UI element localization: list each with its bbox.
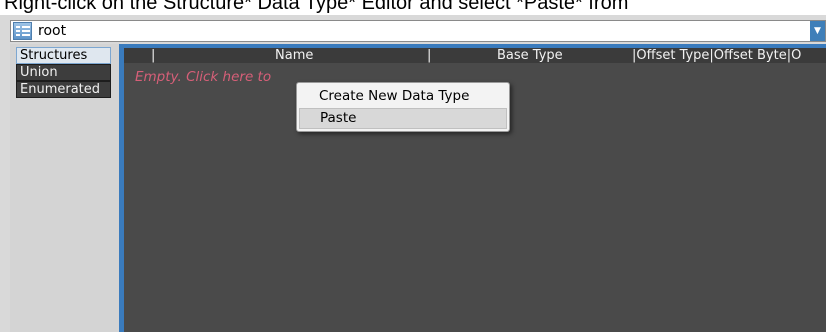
grid-header: | Name | Base Type |Offset Type|Offset B… [124,48,826,63]
instruction-caption: Right-click on the Structure* Data Type*… [4,0,629,14]
tab-structures[interactable]: Structures [16,47,111,64]
tab-enumerated[interactable]: Enumerated [16,81,111,98]
column-header-name[interactable]: Name [275,48,313,63]
triangle-down-icon[interactable]: ▼ [810,21,825,41]
empty-grid-hint[interactable]: Empty. Click here to [135,69,271,85]
menu-item-create-new-data-type[interactable]: Create New Data Type [299,86,507,107]
column-header-base-type[interactable]: Base Type [497,48,563,63]
context-menu: Create New Data Type Paste [296,82,510,132]
menu-item-paste[interactable]: Paste [299,108,507,129]
namespace-path-bar[interactable]: root ▼ [10,20,826,42]
column-header-offsets[interactable]: |Offset Type|Offset Byte|O [632,48,801,63]
column-separator: | [427,48,432,63]
tree-view-icon[interactable] [13,22,32,40]
category-tabs: Structures Union Enumerated [10,44,119,332]
column-separator: | [151,48,156,63]
tab-union[interactable]: Union [16,64,111,81]
namespace-path-value[interactable]: root [38,22,66,40]
data-type-editor: root ▼ Structures Union Enumerated | Nam… [0,15,826,332]
